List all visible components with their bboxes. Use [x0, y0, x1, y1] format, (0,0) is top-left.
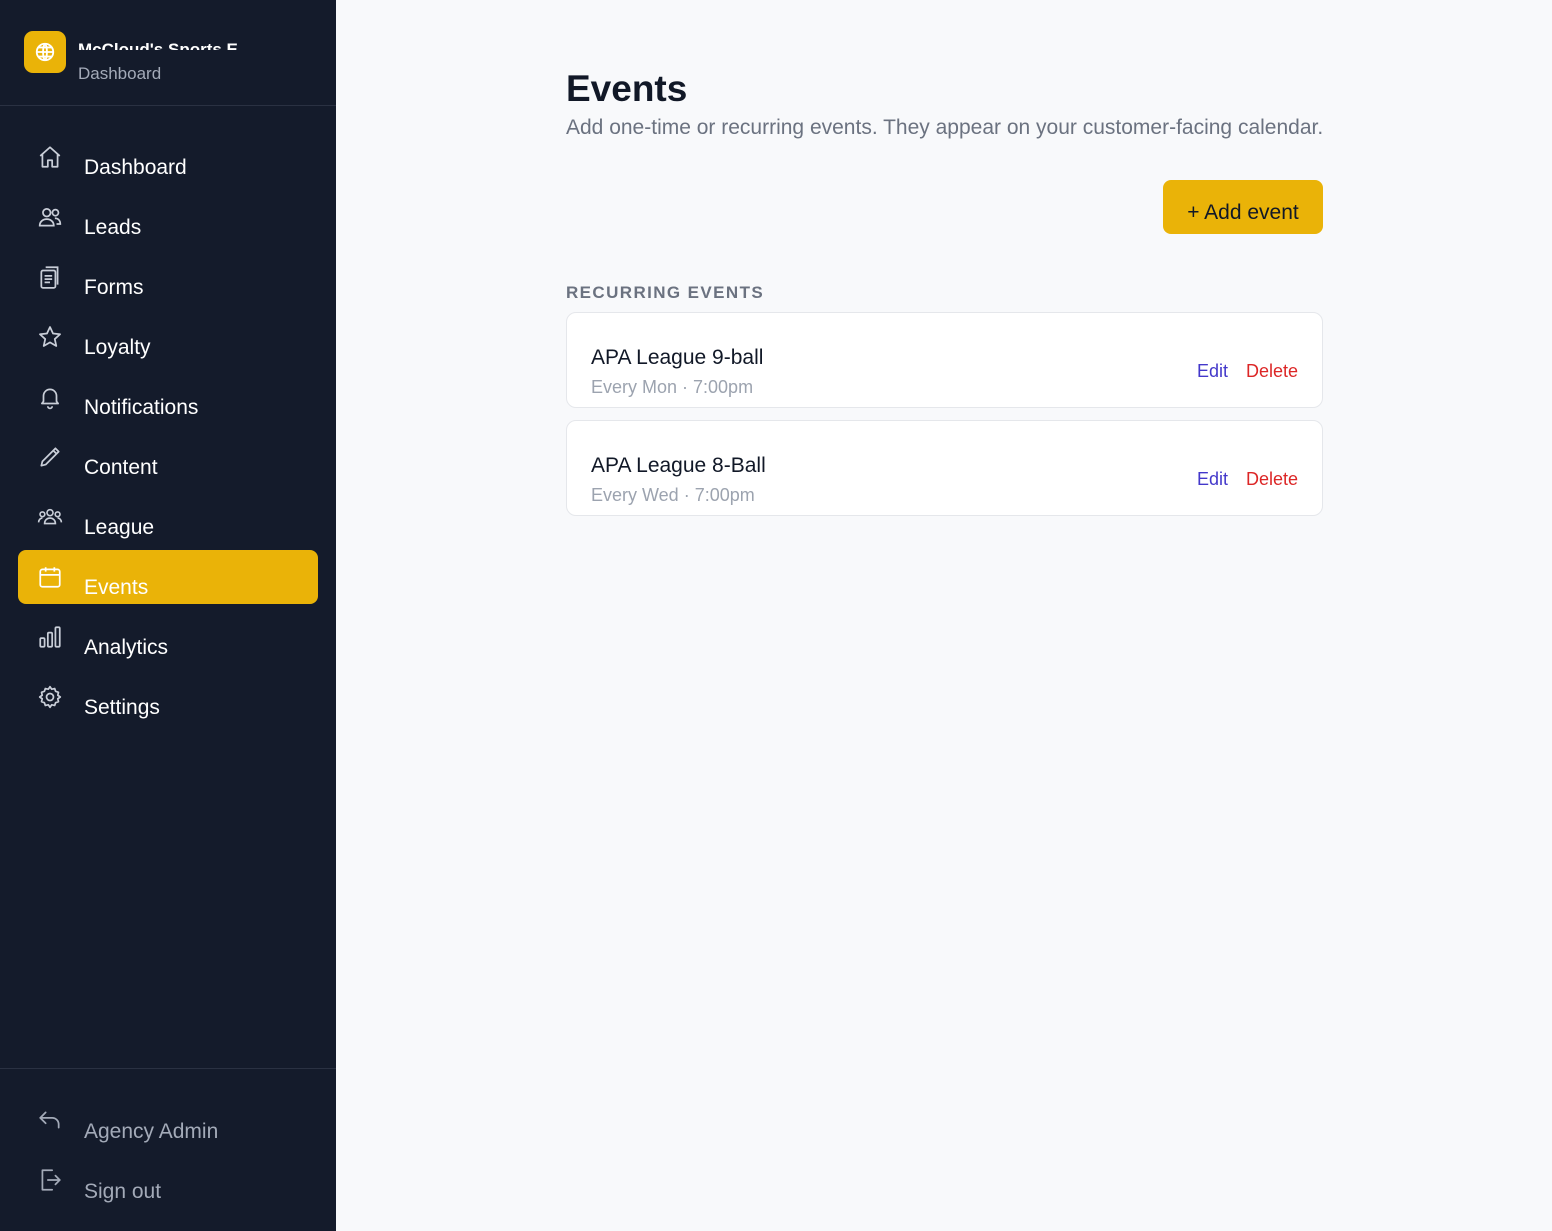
sidebar-item-league[interactable]: League: [18, 490, 318, 544]
agency-admin-link[interactable]: Agency Admin: [18, 1093, 318, 1147]
recurring-events-list: APA League 9-ball Every Mon · 7:00pm Edi…: [566, 312, 1323, 528]
event-name: APA League 9-ball: [591, 346, 764, 369]
page-title: Events: [566, 68, 688, 109]
home-icon: [36, 143, 64, 171]
sidebar-item-label: Content: [84, 456, 158, 479]
sign-out-label: Sign out: [84, 1180, 162, 1203]
sidebar-item-loyalty[interactable]: Loyalty: [18, 310, 318, 364]
star-icon: [36, 323, 64, 351]
group-icon: [36, 503, 64, 531]
pencil-icon: [36, 443, 64, 471]
sidebar-item-forms[interactable]: Forms: [18, 250, 318, 304]
gear-icon: [36, 683, 64, 711]
calendar-icon: [36, 563, 64, 591]
delete-event-link[interactable]: Delete: [1246, 468, 1298, 490]
bar-chart-icon: [36, 623, 64, 651]
sidebar: McCloud's Sports E Dashboard Dashboard L…: [0, 0, 336, 1231]
main-content: Events Add one-time or recurring events.…: [336, 0, 1552, 1231]
event-schedule: Every Wed · 7:00pm: [591, 485, 755, 505]
sidebar-item-label: League: [84, 516, 155, 539]
event-card: APA League 9-ball Every Mon · 7:00pm Edi…: [566, 312, 1323, 408]
sidebar-item-label: Events: [84, 576, 149, 599]
sign-out-button[interactable]: Sign out: [18, 1153, 318, 1207]
brand-name: McCloud's Sports E: [78, 40, 238, 50]
brand-subtitle: Dashboard: [78, 64, 162, 83]
edit-event-link[interactable]: Edit: [1197, 468, 1228, 490]
edit-event-link[interactable]: Edit: [1197, 360, 1228, 382]
section-heading: RECURRING EVENTS: [566, 283, 765, 302]
sidebar-item-settings[interactable]: Settings: [18, 670, 318, 724]
sidebar-item-label: Notifications: [84, 396, 199, 419]
sidebar-item-label: Leads: [84, 216, 142, 239]
bell-icon: [36, 383, 64, 411]
event-name: APA League 8-Ball: [591, 454, 766, 477]
event-schedule: Every Mon · 7:00pm: [591, 377, 754, 397]
brand-header: McCloud's Sports E Dashboard: [0, 0, 336, 106]
sidebar-item-events[interactable]: Events: [18, 550, 318, 604]
add-event-button[interactable]: + Add event: [1163, 180, 1323, 234]
sidebar-item-label: Loyalty: [84, 336, 151, 359]
agency-admin-label: Agency Admin: [84, 1120, 219, 1143]
event-card: APA League 8-Ball Every Wed · 7:00pm Edi…: [566, 420, 1323, 516]
delete-event-link[interactable]: Delete: [1246, 360, 1298, 382]
sidebar-item-label: Forms: [84, 276, 144, 299]
sidebar-footer: Agency Admin Sign out: [0, 1068, 336, 1213]
event-actions: Edit Delete: [1197, 468, 1298, 490]
event-actions: Edit Delete: [1197, 360, 1298, 382]
clipboard-icon: [36, 263, 64, 291]
sidebar-item-dashboard[interactable]: Dashboard: [18, 130, 318, 184]
sidebar-item-content[interactable]: Content: [18, 430, 318, 484]
sidebar-item-analytics[interactable]: Analytics: [18, 610, 318, 664]
page-subtitle: Add one-time or recurring events. They a…: [566, 116, 1324, 139]
sign-out-icon: [36, 1166, 64, 1194]
users-icon: [36, 203, 64, 231]
sidebar-nav: Dashboard Leads Forms Loyalty Notificati…: [18, 130, 318, 730]
sidebar-item-leads[interactable]: Leads: [18, 190, 318, 244]
sidebar-item-label: Analytics: [84, 636, 169, 659]
globe-icon: [24, 31, 66, 73]
sidebar-item-label: Settings: [84, 696, 160, 719]
sidebar-item-notifications[interactable]: Notifications: [18, 370, 318, 424]
sidebar-item-label: Dashboard: [84, 156, 187, 179]
return-arrow-icon: [36, 1106, 64, 1134]
